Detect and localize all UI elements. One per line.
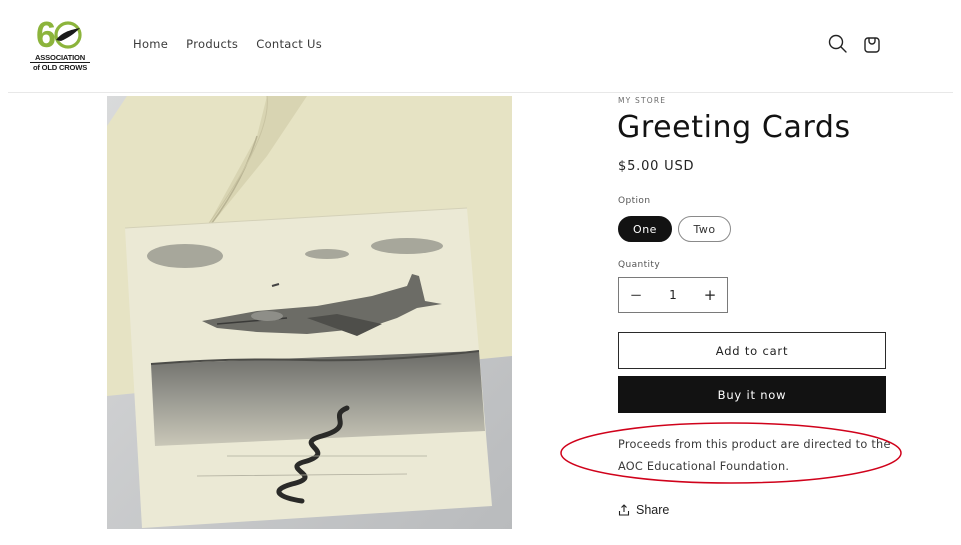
nav-home[interactable]: Home bbox=[133, 37, 168, 51]
quantity-decrease-button[interactable]: − bbox=[619, 278, 653, 312]
buy-it-now-button[interactable]: Buy it now bbox=[618, 376, 886, 413]
nav-contact-us[interactable]: Contact Us bbox=[256, 37, 322, 51]
svg-text:6: 6 bbox=[36, 16, 56, 52]
add-to-cart-button[interactable]: Add to cart bbox=[618, 332, 886, 369]
site-header: 6 ASSOCIATION of OLD CROWS Home Products… bbox=[0, 0, 961, 92]
header-divider bbox=[8, 92, 953, 93]
main-nav: Home Products Contact Us bbox=[133, 37, 322, 51]
search-icon bbox=[828, 34, 847, 53]
product-vendor: MY STORE bbox=[618, 96, 667, 105]
share-label: Share bbox=[636, 503, 670, 517]
search-button[interactable] bbox=[827, 33, 849, 55]
cart-icon bbox=[864, 37, 880, 53]
quantity-stepper: − 1 + bbox=[618, 277, 728, 313]
product-title: Greeting Cards bbox=[617, 110, 851, 145]
option-one-pill[interactable]: One bbox=[618, 216, 672, 242]
product-price: $5.00 USD bbox=[618, 159, 695, 174]
option-two-pill[interactable]: Two bbox=[678, 216, 731, 242]
logo-text-association: ASSOCIATION bbox=[30, 53, 90, 63]
share-button[interactable]: Share bbox=[618, 503, 669, 517]
nav-products[interactable]: Products bbox=[186, 37, 238, 51]
quantity-input[interactable]: 1 bbox=[653, 278, 693, 312]
product-image[interactable] bbox=[107, 96, 512, 529]
crow-60-logo-icon: 6 bbox=[36, 16, 82, 52]
quantity-increase-button[interactable]: + bbox=[693, 278, 727, 312]
quantity-label: Quantity bbox=[618, 260, 661, 270]
cart-button[interactable] bbox=[861, 33, 883, 55]
greeting-card-photo bbox=[107, 96, 512, 529]
logo-text-old-crows: of OLD CROWS bbox=[32, 63, 88, 72]
site-logo[interactable]: 6 ASSOCIATION of OLD CROWS bbox=[30, 16, 90, 74]
product-description: Proceeds from this product are directed … bbox=[618, 438, 891, 473]
option-label: Option bbox=[618, 196, 651, 206]
share-icon bbox=[618, 504, 630, 516]
